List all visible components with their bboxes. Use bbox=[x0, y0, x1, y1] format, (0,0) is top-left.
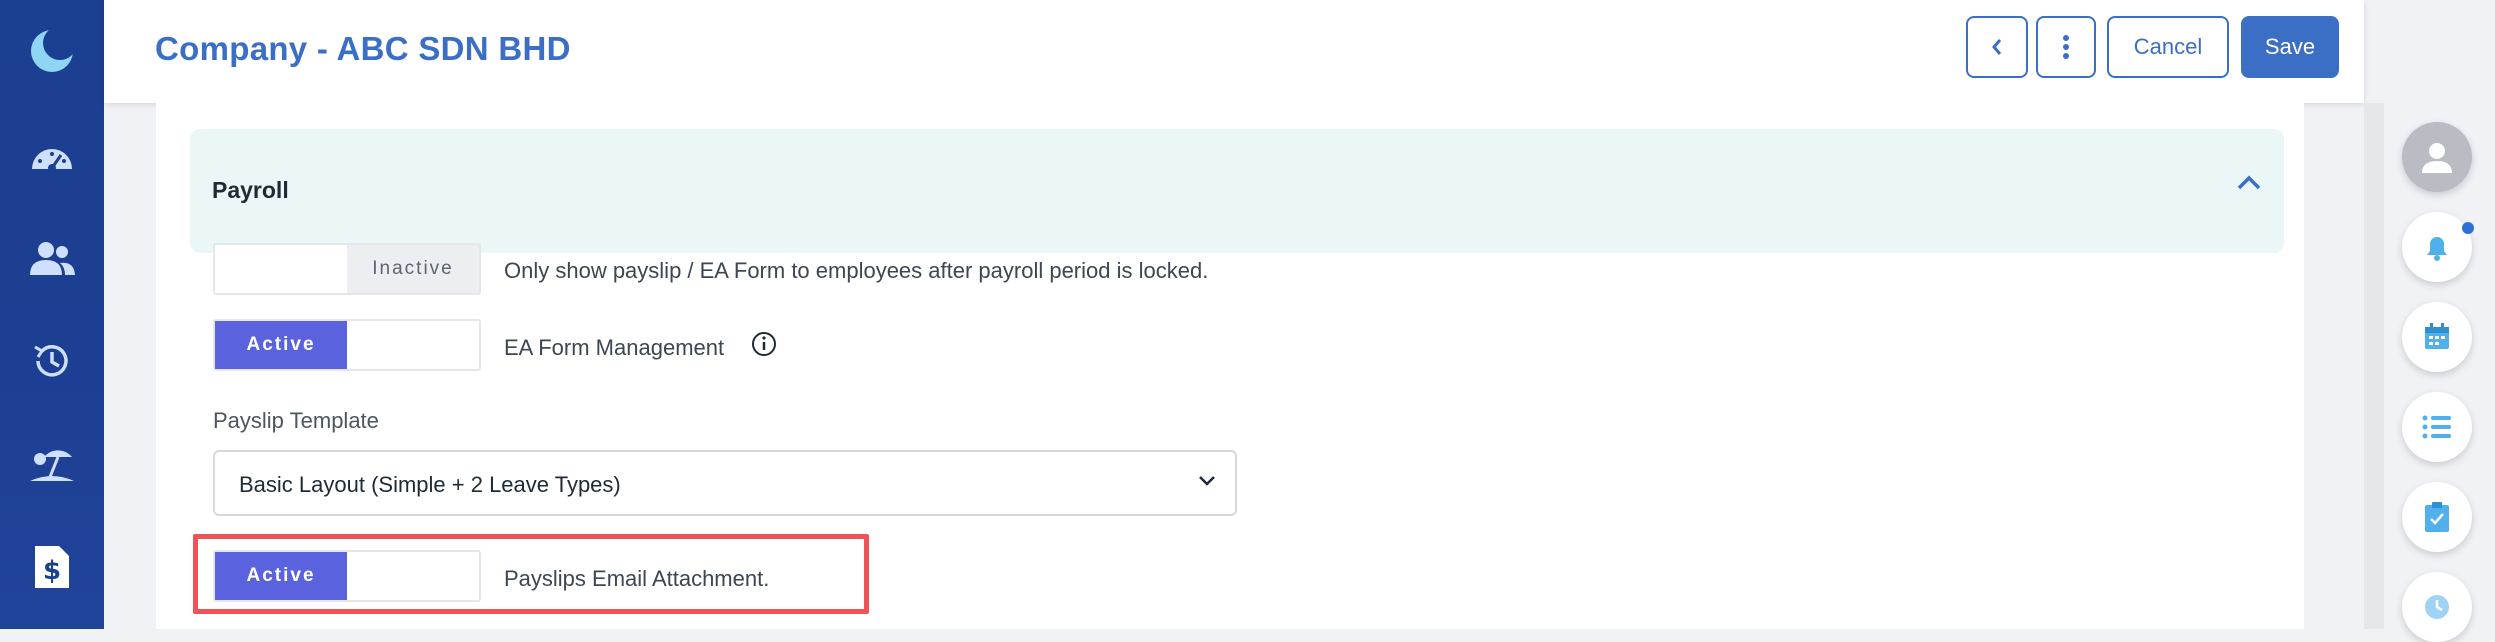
clock-button[interactable] bbox=[2402, 572, 2472, 642]
toggle-state-label: Active bbox=[215, 321, 347, 369]
payslip-lock-toggle[interactable]: Inactive bbox=[213, 243, 481, 295]
ea-form-toggle[interactable]: Active bbox=[213, 319, 481, 371]
section-title: Payroll bbox=[212, 177, 289, 203]
payslip-lock-label: Only show payslip / EA Form to employees… bbox=[504, 258, 1209, 283]
payroll-document-icon: $ bbox=[35, 546, 69, 588]
moon-logo-icon bbox=[31, 26, 77, 72]
nav-history[interactable] bbox=[0, 326, 104, 396]
toggle-state-label: Inactive bbox=[347, 245, 479, 293]
nav-leave[interactable] bbox=[0, 428, 104, 498]
svg-text:$: $ bbox=[43, 556, 61, 586]
chevron-down-icon bbox=[1199, 476, 1215, 486]
page-header: Company - ABC SDN BHD Cancel Save bbox=[104, 0, 2364, 103]
save-button[interactable]: Save bbox=[2241, 16, 2339, 78]
app-logo[interactable] bbox=[0, 16, 104, 86]
nav-dashboard[interactable] bbox=[0, 122, 104, 192]
clock-icon bbox=[2425, 595, 2449, 619]
list-icon bbox=[2422, 415, 2451, 439]
notifications-button[interactable] bbox=[2402, 212, 2474, 282]
payslip-template-label: Payslip Template bbox=[213, 408, 379, 433]
toggle-blank bbox=[347, 321, 479, 369]
nav-people[interactable] bbox=[0, 224, 104, 294]
info-icon[interactable] bbox=[750, 330, 778, 358]
bell-icon bbox=[2427, 237, 2447, 261]
dashboard-icon bbox=[32, 149, 72, 172]
more-options-button[interactable] bbox=[2036, 16, 2096, 78]
calendar-button[interactable] bbox=[2402, 302, 2472, 372]
payslip-template-select[interactable]: Basic Layout (Simple + 2 Leave Types) bbox=[213, 450, 1237, 516]
toggle-blank bbox=[215, 245, 347, 293]
left-nav-rail: $ bbox=[0, 0, 104, 629]
right-quick-rail bbox=[2384, 0, 2495, 642]
clipboard-button[interactable] bbox=[2402, 482, 2472, 552]
user-avatar-icon bbox=[2422, 143, 2452, 173]
ea-form-label: EA Form Management bbox=[504, 335, 725, 360]
people-icon bbox=[30, 242, 75, 275]
beach-umbrella-icon bbox=[30, 450, 74, 481]
chevron-up-icon[interactable] bbox=[2236, 173, 2262, 191]
payroll-section-header[interactable]: Payroll bbox=[190, 129, 2284, 253]
highlight-annotation bbox=[193, 534, 869, 614]
calendar-icon bbox=[2425, 323, 2449, 349]
profile-avatar-button[interactable] bbox=[2402, 122, 2472, 192]
notification-badge bbox=[2462, 222, 2474, 234]
nav-payroll[interactable]: $ bbox=[0, 532, 104, 602]
history-icon bbox=[34, 345, 68, 377]
select-value: Basic Layout (Simple + 2 Leave Types) bbox=[239, 472, 621, 497]
clipboard-check-icon bbox=[2425, 502, 2449, 532]
task-list-button[interactable] bbox=[2402, 392, 2472, 462]
chevron-left-icon bbox=[1992, 39, 2002, 55]
back-button[interactable] bbox=[1966, 16, 2028, 78]
cancel-button[interactable]: Cancel bbox=[2107, 16, 2229, 78]
page-title: Company - ABC SDN BHD bbox=[155, 30, 571, 67]
scrollbar-track[interactable] bbox=[2364, 103, 2384, 629]
vertical-dots-icon bbox=[2063, 35, 2069, 59]
